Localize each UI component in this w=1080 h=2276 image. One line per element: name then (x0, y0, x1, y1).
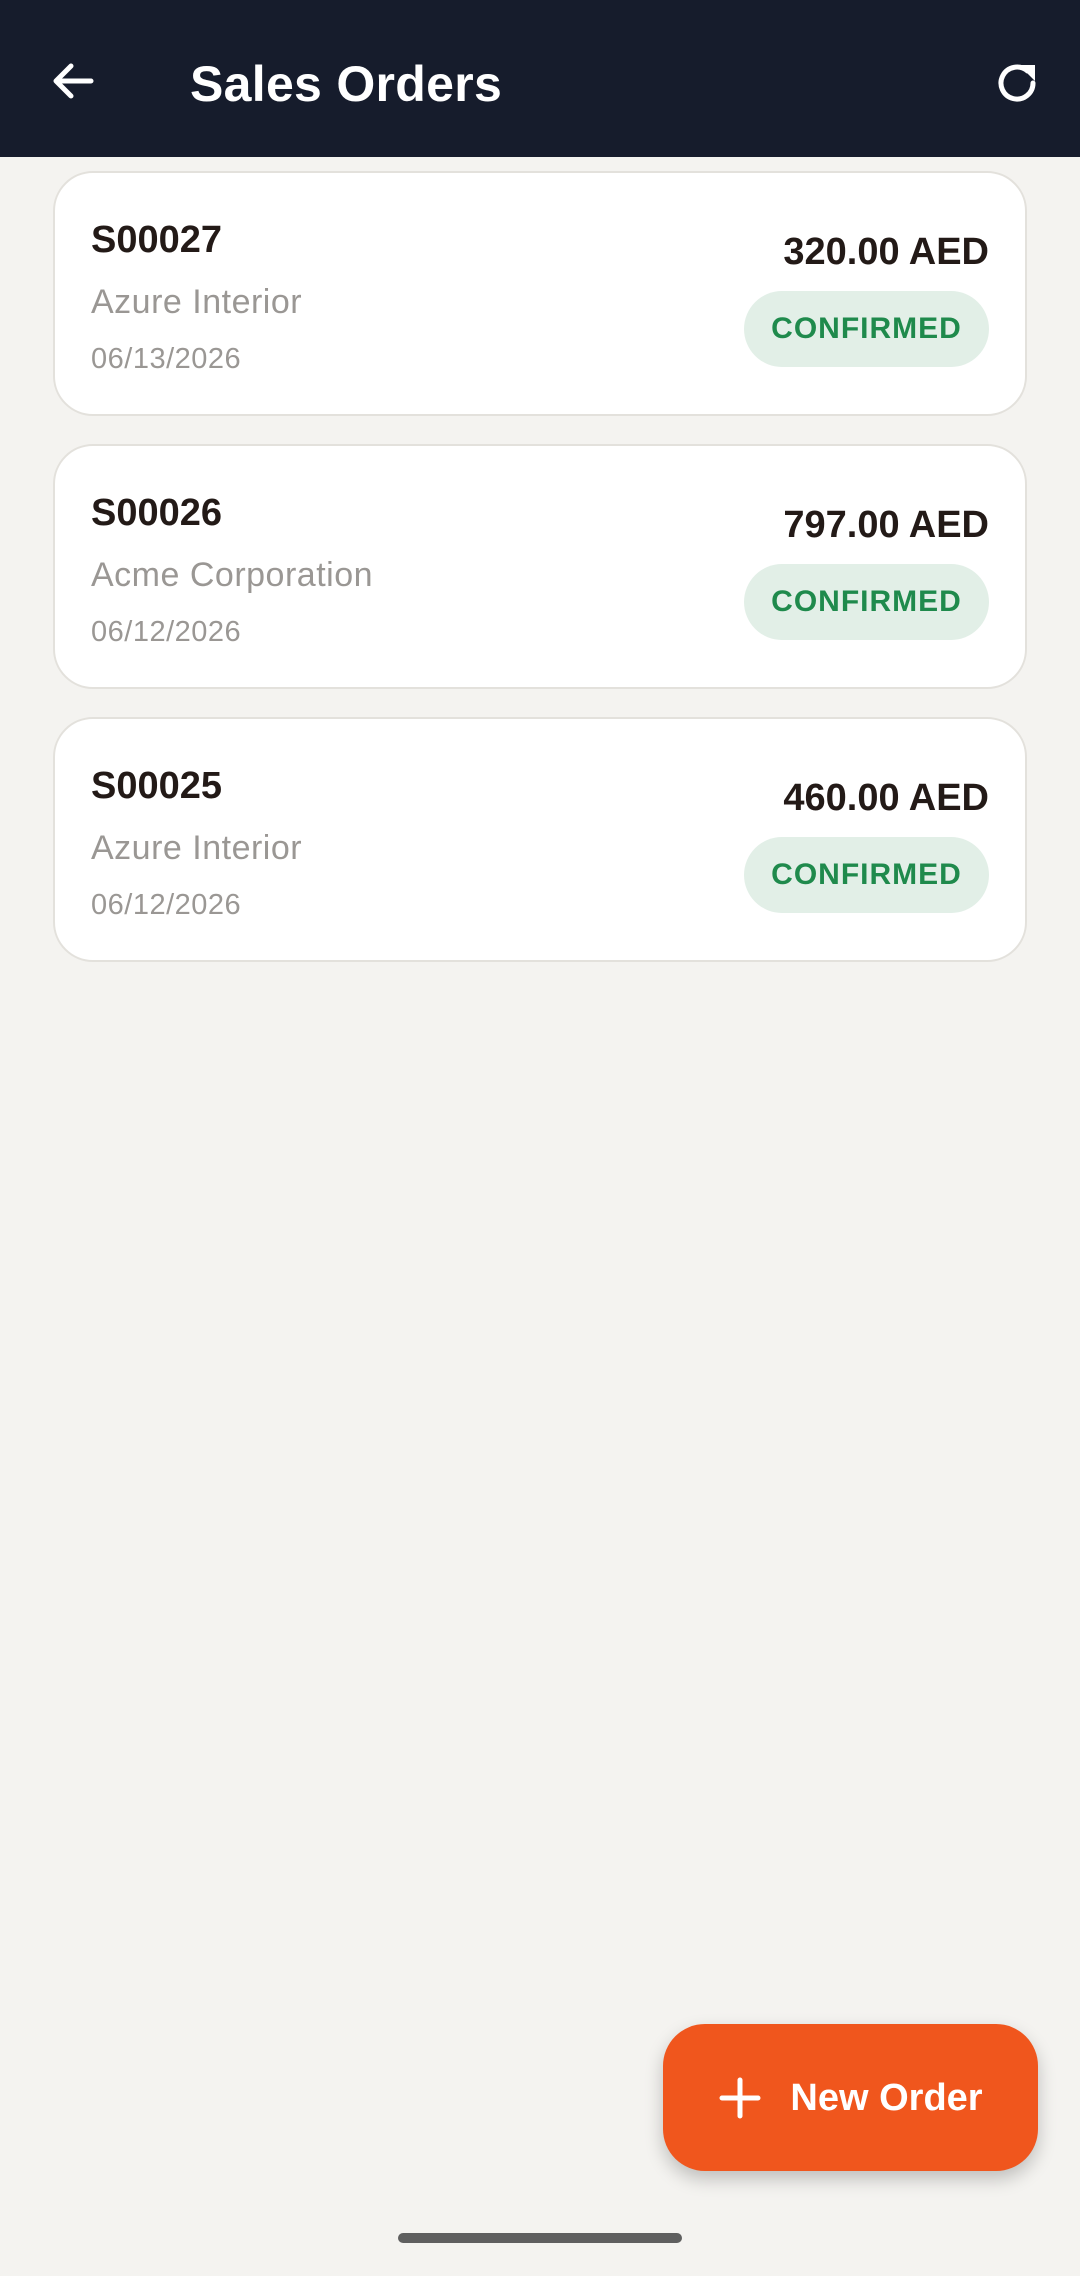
order-amount: 797.00 AED (783, 504, 989, 546)
order-amount: 320.00 AED (783, 231, 989, 273)
order-amount: 460.00 AED (783, 777, 989, 819)
status-badge: CONFIRMED (744, 291, 989, 367)
order-number: S00026 (91, 492, 223, 534)
order-customer: Azure Interior (91, 829, 303, 867)
orders-list: S00027 Azure Interior 06/13/2026 320.00 … (53, 171, 1027, 990)
page-title: Sales Orders (190, 56, 503, 112)
app-bar: Sales Orders (0, 0, 1080, 157)
refresh-icon (998, 64, 1036, 102)
new-order-label: New Order (790, 2076, 983, 2119)
home-indicator[interactable] (398, 2233, 682, 2243)
order-customer: Acme Corporation (91, 556, 374, 594)
status-badge: CONFIRMED (744, 564, 989, 640)
order-number: S00025 (91, 765, 223, 807)
arrow-left-icon (53, 63, 94, 99)
status-badge: CONFIRMED (744, 837, 989, 913)
order-card[interactable]: S00026 Acme Corporation 06/12/2026 797.0… (53, 444, 1027, 689)
order-date: 06/12/2026 (91, 616, 242, 648)
order-card[interactable]: S00027 Azure Interior 06/13/2026 320.00 … (53, 171, 1027, 416)
order-number: S00027 (91, 219, 223, 261)
refresh-button[interactable] (982, 48, 1052, 118)
order-date: 06/13/2026 (91, 343, 242, 375)
plus-icon (719, 2077, 761, 2118)
order-date: 06/12/2026 (91, 889, 242, 921)
back-button[interactable] (40, 48, 106, 114)
order-card[interactable]: S00025 Azure Interior 06/12/2026 460.00 … (53, 717, 1027, 962)
new-order-button[interactable]: New Order (663, 2024, 1038, 2171)
order-customer: Azure Interior (91, 283, 303, 321)
